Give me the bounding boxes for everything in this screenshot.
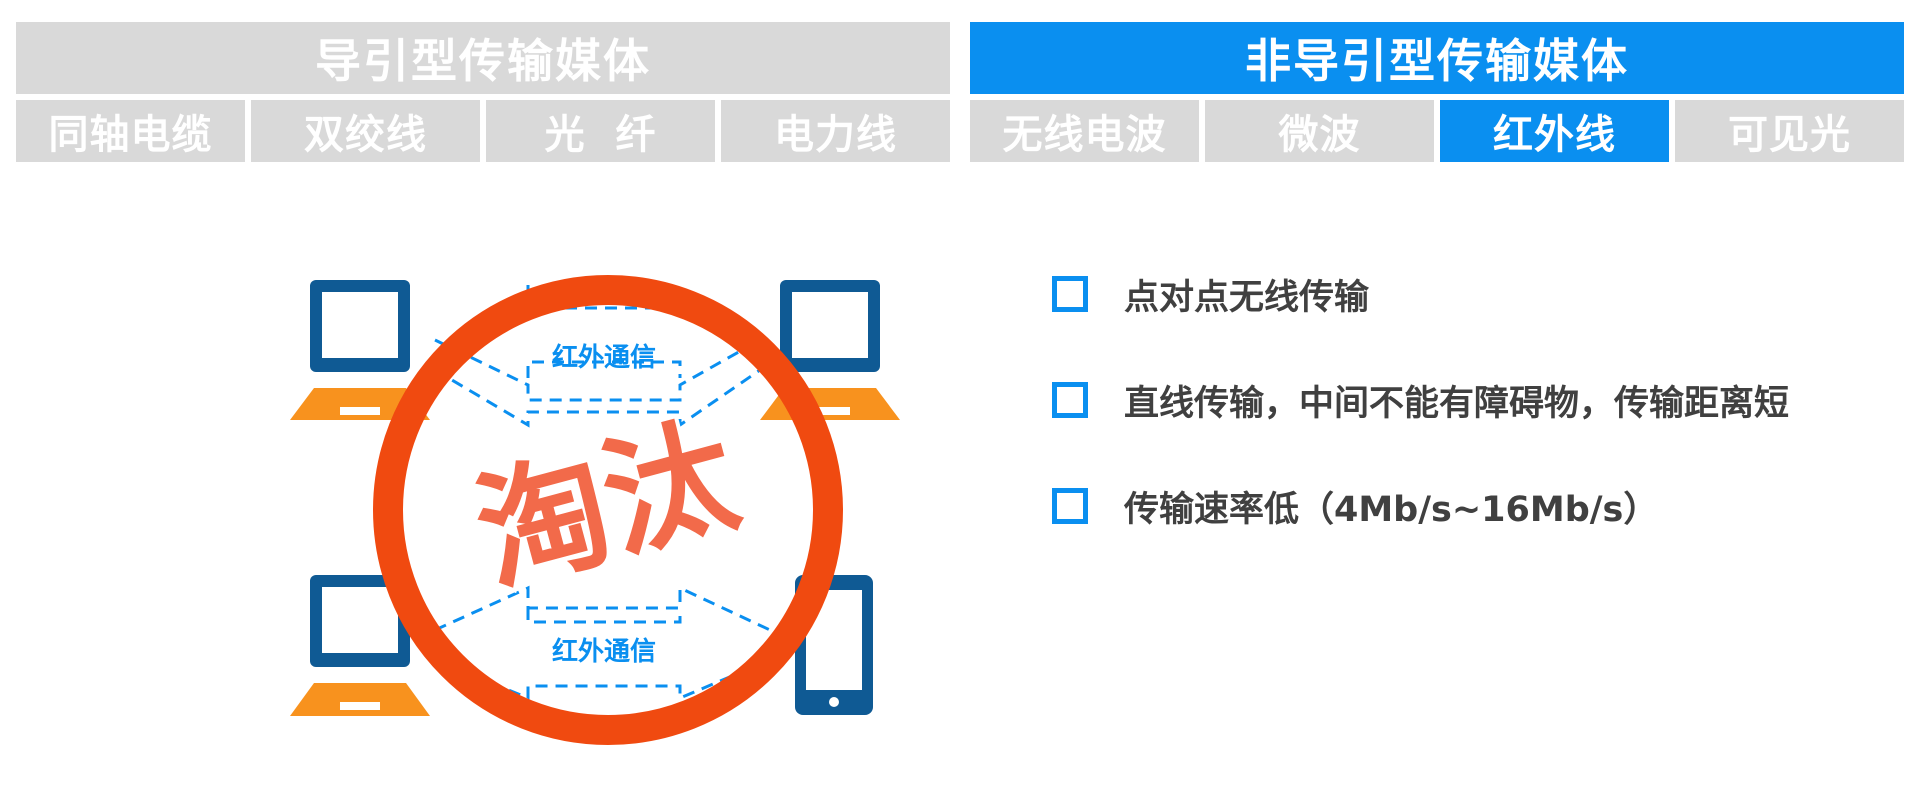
checkbox-icon[interactable] (1052, 276, 1088, 312)
guided-media-header[interactable]: 导引型传输媒体 (16, 22, 950, 94)
tab-optical-fiber[interactable]: 光 纤 (486, 100, 715, 162)
guided-media-tabs: 同轴电缆 双绞线 光 纤 电力线 (16, 100, 950, 162)
feature-text: 传输速率低（4Mb/s~16Mb/s） (1124, 489, 1659, 530)
infrared-link-label-top: 红外通信 (552, 342, 656, 373)
unguided-media-header[interactable]: 非导引型传输媒体 (970, 22, 1904, 94)
tab-infrared[interactable]: 红外线 (1440, 100, 1669, 162)
tab-power-line[interactable]: 电力线 (721, 100, 950, 162)
tab-microwave[interactable]: 微波 (1205, 100, 1434, 162)
feature-text: 点对点无线传输 (1124, 277, 1370, 318)
list-item: 传输速率低（4Mb/s~16Mb/s） (1052, 480, 1789, 532)
tab-coaxial-cable[interactable]: 同轴电缆 (16, 100, 245, 162)
infrared-communication-illustration: 红外通信 红外通信 淘汰 (290, 275, 900, 745)
infrared-features-list: 点对点无线传输 直线传输，中间不能有障碍物，传输距离短 传输速率低（4Mb/s~… (1052, 268, 1789, 586)
tab-radio-waves[interactable]: 无线电波 (970, 100, 1199, 162)
infrared-link-label-bottom: 红外通信 (552, 636, 656, 667)
tab-twisted-pair[interactable]: 双绞线 (251, 100, 480, 162)
feature-text: 直线传输，中间不能有障碍物，传输距离短 (1124, 383, 1790, 424)
obsolete-stamp-text: 淘汰 (461, 398, 751, 612)
list-item: 点对点无线传输 (1052, 268, 1789, 320)
unguided-media-tabs: 无线电波 微波 红外线 可见光 (970, 100, 1904, 162)
checkbox-icon[interactable] (1052, 382, 1088, 418)
checkbox-icon[interactable] (1052, 488, 1088, 524)
list-item: 直线传输，中间不能有障碍物，传输距离短 (1052, 374, 1789, 426)
tab-visible-light[interactable]: 可见光 (1675, 100, 1904, 162)
